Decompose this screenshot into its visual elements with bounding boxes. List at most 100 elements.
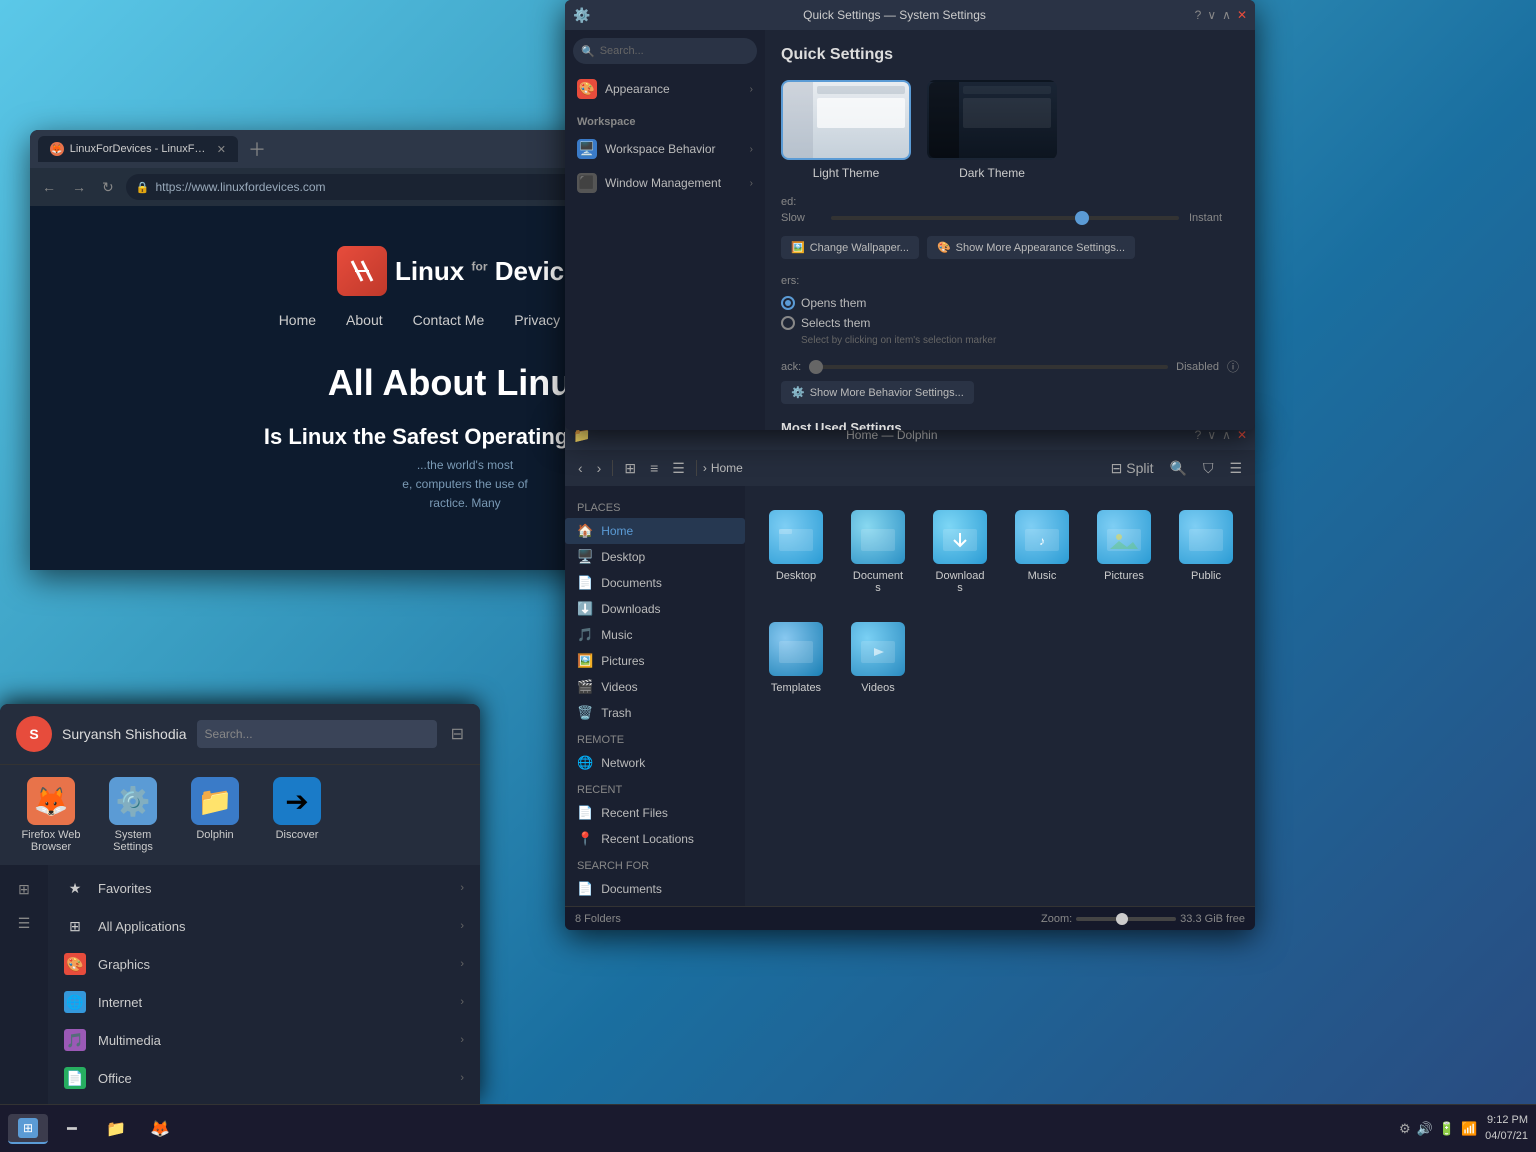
sidebar-desktop[interactable]: 🖥️ Desktop [565,544,745,570]
back-nav-btn[interactable]: ‹ [573,457,588,479]
view-details-btn[interactable]: ☰ [667,457,690,480]
light-theme-card[interactable]: Light Theme [781,80,911,180]
pinned-dolphin[interactable]: 📁 Dolphin [180,777,250,853]
search-docs-label: Documents [601,882,662,896]
side-btn-2[interactable]: ☰ [4,907,44,939]
file-templates[interactable]: Templates [761,614,831,702]
tray-icon-4[interactable]: 📶 [1461,1121,1477,1137]
sidebar-search-docs[interactable]: 📄 Documents [565,876,745,902]
sidebar-workspace-behavior[interactable]: 🖥️ Workspace Behavior › [565,132,765,166]
file-pictures[interactable]: Pictures [1089,502,1159,602]
back-slider[interactable] [809,365,1168,369]
filter-btn[interactable]: ⛉ [1198,457,1219,480]
menu-all-apps[interactable]: ⊞ All Applications › [48,907,480,945]
menu-office[interactable]: 📄 Office › [48,1059,480,1097]
menu-internet[interactable]: 🌐 Internet › [48,983,480,1021]
file-public[interactable]: Public [1171,502,1241,602]
pinned-firefox[interactable]: 🦊 Firefox Web Browser [16,777,86,853]
more-behavior-btn[interactable]: ⚙️ Show More Behavior Settings... [781,381,974,404]
settings-maximize-btn[interactable]: ∧ [1222,8,1231,22]
home-icon: 🏠 [577,523,593,539]
forward-nav-btn[interactable]: › [592,457,607,479]
sidebar-videos[interactable]: 🎬 Videos [565,674,745,700]
reload-btn[interactable]: ↻ [98,177,118,198]
tray-icon-3[interactable]: 🔋 [1439,1121,1455,1137]
split-btn[interactable]: ⊟ Split [1106,457,1159,480]
start-search[interactable]: Search... [197,720,437,748]
nav-home[interactable]: Home [279,312,316,332]
sidebar-network[interactable]: 🌐 Network [565,750,745,776]
downloads-icon: ⬇️ [577,601,593,617]
sidebar-recent-locations[interactable]: 📍 Recent Locations [565,826,745,852]
radio-opens[interactable]: Opens them [781,293,1239,313]
taskbar-firefox[interactable]: 🦊 [140,1115,180,1143]
back-info-icon[interactable]: ⓘ [1227,358,1239,375]
sidebar-music[interactable]: 🎵 Music [565,622,745,648]
dolphin-close-btn[interactable]: ✕ [1237,428,1247,442]
menu-btn[interactable]: ☰ [1224,457,1247,480]
settings-minimize-btn[interactable]: ∨ [1207,8,1216,22]
change-wallpaper-btn[interactable]: 🖼️ Change Wallpaper... [781,236,919,259]
new-tab-btn[interactable]: ＋ [248,136,266,162]
dolphin-help-btn[interactable]: ? [1195,428,1202,442]
nav-about[interactable]: About [346,312,383,332]
sidebar-trash[interactable]: 🗑️ Trash [565,700,745,726]
preview-line3: ractice. Many [429,496,500,510]
dark-theme-card[interactable]: Dark Theme [927,80,1057,180]
desktop-label: Desktop [601,550,645,564]
start-menu: S Suryansh Shishodia Search... ⊟ 🦊 Firef… [0,704,480,1104]
menu-favorites[interactable]: ★ Favorites › [48,869,480,907]
menu-graphics[interactable]: 🎨 Graphics › [48,945,480,983]
videos-label: Videos [861,682,894,694]
settings-close-btn[interactable]: ✕ [1237,8,1247,22]
more-appearance-btn[interactable]: 🎨 Show More Appearance Settings... [927,236,1135,259]
pinned-discover[interactable]: ➔ Discover [262,777,332,853]
path-home[interactable]: Home [711,461,743,475]
zoom-slider[interactable] [1076,917,1176,921]
graphics-arrow: › [460,958,464,970]
tray-icon-2[interactable]: 🔊 [1417,1121,1433,1137]
sidebar-documents[interactable]: 📄 Documents [565,570,745,596]
sidebar-recent-files[interactable]: 📄 Recent Files [565,800,745,826]
forward-btn[interactable]: → [68,177,90,197]
sidebar-window-management[interactable]: ⬛ Window Management › [565,166,765,200]
taskbar-task-manager[interactable]: ━ [52,1115,92,1143]
radio-selects[interactable]: Selects them [781,313,1239,333]
start-filter-btn[interactable]: ⊟ [451,724,464,744]
file-downloads[interactable]: Downloads [925,502,995,602]
public-label: Public [1191,570,1221,582]
sidebar-downloads[interactable]: ⬇️ Downloads [565,596,745,622]
file-videos[interactable]: Videos [843,614,913,702]
view-compact-btn[interactable]: ≡ [645,457,663,479]
side-btn-1[interactable]: ⊞ [4,873,44,905]
taskbar: ⊞ ━ 📁 🦊 ⚙ 🔊 🔋 📶 9:12 PM 04/07/21 [0,1104,1536,1152]
tab-close-btn[interactable]: ✕ [217,143,226,156]
pinned-system-settings[interactable]: ⚙️ System Settings [98,777,168,853]
theme-selector: Light Theme Dark Theme [781,80,1239,180]
settings-search[interactable]: 🔍 Search... [573,38,757,64]
searchfor-section-label: Search For [565,852,745,876]
file-music[interactable]: ♪ Music [1007,502,1077,602]
browser-tab[interactable]: 🦊 LinuxForDevices - LinuxFo... ✕ [38,136,238,162]
file-documents[interactable]: Documents [843,502,913,602]
search-btn[interactable]: 🔍 [1165,457,1192,480]
menu-settings[interactable]: ⚙️ Settings › [48,1097,480,1104]
sidebar-pictures[interactable]: 🖼️ Pictures [565,648,745,674]
back-btn[interactable]: ← [38,177,60,197]
taskbar-clock[interactable]: 9:12 PM 04/07/21 [1485,1113,1528,1144]
settings-help-btn[interactable]: ? [1195,8,1202,22]
sidebar-home[interactable]: 🏠 Home [565,518,745,544]
network-label: Network [601,756,645,770]
sidebar-appearance[interactable]: 🎨 Appearance › [565,72,765,106]
dolphin-maximize-btn[interactable]: ∧ [1222,428,1231,442]
favorites-arrow: › [460,882,464,894]
taskbar-files[interactable]: 📁 [96,1115,136,1143]
speed-slider[interactable] [831,216,1179,220]
file-desktop[interactable]: Desktop [761,502,831,602]
dolphin-minimize-btn[interactable]: ∨ [1207,428,1216,442]
taskbar-app-menu[interactable]: ⊞ [8,1114,48,1144]
menu-multimedia[interactable]: 🎵 Multimedia › [48,1021,480,1059]
tray-icon-1[interactable]: ⚙ [1399,1121,1411,1137]
view-icons-btn[interactable]: ⊞ [619,457,641,480]
nav-contact[interactable]: Contact Me [413,312,485,332]
